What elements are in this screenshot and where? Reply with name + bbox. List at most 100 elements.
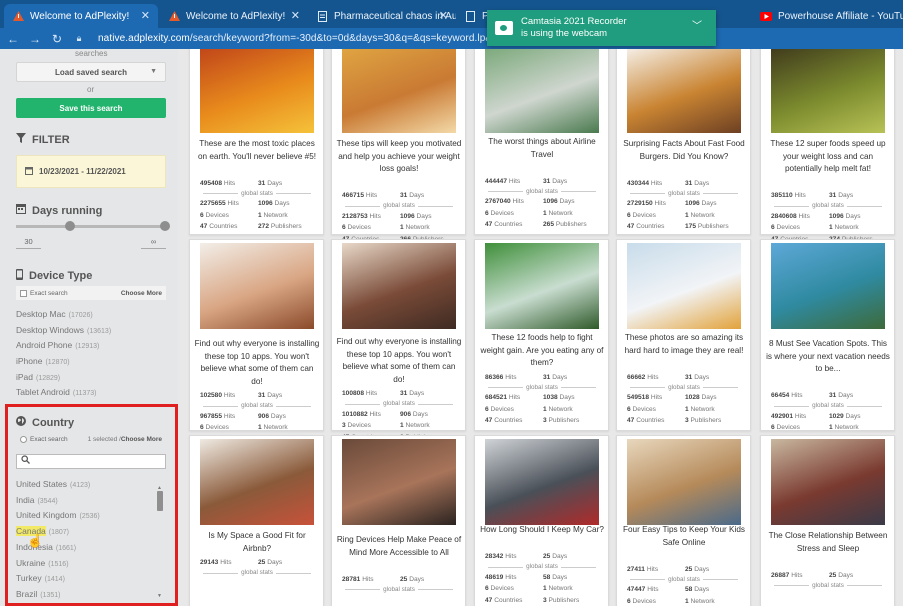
ad-card[interactable]: These 12 super foods speed up your weigh…	[760, 49, 895, 243]
country-title: Country	[32, 416, 75, 429]
woman-doorbell-image[interactable]	[342, 439, 456, 525]
device-item[interactable]: Tablet Android (11373)	[16, 387, 96, 397]
country-search-input[interactable]	[16, 454, 166, 469]
ad-title[interactable]: These photos are so amazing its hard har…	[621, 332, 747, 357]
slider-max-handle[interactable]	[160, 221, 170, 231]
ad-stats: 430344 Hits 31 Days global stats 2729150 Hi…	[627, 178, 741, 233]
browser-tab-bar: Welcome to AdPlexity! ✕ Welcome to AdPle…	[0, 0, 903, 28]
ad-card[interactable]: How Long Should I Keep My Car? 28342 Hits…	[474, 435, 609, 606]
ad-card[interactable]: These photos are so amazing its hard har…	[616, 239, 751, 431]
ad-title[interactable]: Is My Space a Good Fit for Airbnb?	[194, 530, 320, 555]
device-item[interactable]: Desktop Windows (13613)	[16, 325, 111, 335]
family-living-room-image[interactable]	[627, 439, 741, 525]
choose-more-link[interactable]: Choose More	[121, 436, 162, 443]
woman-car-image[interactable]	[485, 439, 599, 525]
chevron-down-icon[interactable]: ﹀	[692, 21, 702, 33]
device-item[interactable]: iPad (12829)	[16, 372, 60, 382]
ad-title[interactable]: These tips will keep you motivated and h…	[336, 138, 462, 176]
woman-smartphone-image[interactable]	[342, 243, 456, 329]
tab-pharmaceutical[interactable]: Pharmaceutical chaos in Australi ✕	[308, 4, 456, 28]
ad-card[interactable]: 8 Must See Vacation Spots. This is where…	[760, 239, 895, 443]
ad-title[interactable]: Four Easy Tips to Keep Your Kids Safe On…	[621, 524, 747, 549]
running-shoes-image[interactable]	[342, 49, 456, 133]
devices-value: 6	[485, 209, 489, 217]
country-item[interactable]: United Kingdom (2536)	[16, 510, 100, 520]
device-item[interactable]: iPhone (12870)	[16, 356, 70, 366]
close-tab-icon[interactable]: ✕	[291, 9, 300, 22]
hits-value: 100808	[342, 390, 365, 397]
close-tab-icon[interactable]: ✕	[141, 9, 150, 22]
tab-welcome-adplexity-2[interactable]: Welcome to AdPlexity! ✕	[160, 4, 308, 28]
country-item[interactable]: Brazil (1351)	[16, 589, 61, 599]
devices-label: Devices	[632, 597, 656, 605]
ad-card[interactable]: These 12 foods help to fight weight gain…	[474, 239, 609, 431]
ad-title[interactable]: The worst things about Airline Travel	[479, 136, 605, 161]
address-bar[interactable]: native.adplexity.com/search/keyword?from…	[98, 33, 549, 44]
device-item[interactable]: Desktop Mac (17026)	[16, 309, 93, 319]
tab-title: Welcome to AdPlexity!	[30, 10, 130, 22]
ad-title[interactable]: These 12 super foods speed up your weigh…	[765, 138, 891, 176]
woman-room-image[interactable]	[200, 439, 314, 525]
save-search-button[interactable]: Save this search	[16, 98, 166, 118]
ad-title[interactable]: These are the most toxic places on earth…	[194, 138, 320, 163]
scroll-down-icon[interactable]: ▼	[157, 593, 162, 599]
ad-card[interactable]: Find out why everyone is installing thes…	[189, 239, 324, 443]
slider-min-handle[interactable]	[65, 221, 75, 231]
ad-card[interactable]: These tips will keep you motivated and h…	[331, 49, 466, 243]
ad-title[interactable]: Ring Devices Help Make Peace of Mind Mor…	[336, 534, 462, 559]
days-min-input[interactable]: 30	[16, 237, 41, 249]
reload-icon[interactable]: ↻	[48, 32, 66, 46]
woman-phone-image[interactable]	[200, 243, 314, 329]
ad-title[interactable]: Find out why everyone is installing thes…	[336, 336, 462, 386]
date-range-picker[interactable]: 10/23/2021 - 11/22/2021	[16, 155, 166, 188]
country-item[interactable]: Indonesia (1661)	[16, 542, 76, 552]
ad-title[interactable]: Find out why everyone is installing thes…	[194, 338, 320, 388]
tab-title: Pharmaceutical chaos in Australi	[334, 10, 456, 22]
country-item[interactable]: India (3544)	[16, 495, 58, 505]
hits-value: 444447	[485, 177, 508, 185]
country-item[interactable]: United States (4123)	[16, 479, 90, 489]
airplane-cabin-image[interactable]	[485, 49, 599, 133]
woman-drinking-water-image[interactable]	[485, 243, 599, 329]
choose-more-link[interactable]: Choose More	[121, 290, 162, 297]
close-tab-icon[interactable]: ✕	[439, 9, 448, 22]
global-hits-value: 684521	[485, 394, 508, 401]
country-list-scrollbar[interactable]: ▲ ▼	[157, 485, 163, 599]
forward-arrow-icon[interactable]: →	[26, 32, 44, 46]
snow-scene-image[interactable]	[627, 243, 741, 329]
ad-card[interactable]: Find out why everyone is installing thes…	[331, 239, 466, 441]
days-max-input[interactable]: ∞	[141, 237, 166, 249]
people-laptop-image[interactable]	[771, 439, 885, 525]
country-item[interactable]: Ukraine (1516)	[16, 558, 69, 568]
ad-title[interactable]: The Close Relationship Between Stress an…	[765, 530, 891, 555]
toxic-landscape-image[interactable]	[200, 49, 314, 133]
ad-card[interactable]: Ring Devices Help Make Peace of Mind Mor…	[331, 435, 466, 606]
ad-card[interactable]: Is My Space a Good Fit for Airbnb? 29143 …	[189, 435, 324, 606]
device-item[interactable]: Android Phone (12913)	[16, 340, 99, 350]
network-label: Network	[405, 422, 430, 429]
scrollbar-thumb[interactable]	[157, 491, 163, 511]
exact-search-checkbox[interactable]	[20, 289, 27, 297]
ad-title[interactable]: How Long Should I Keep My Car?	[479, 524, 605, 537]
green-tea-powder-image[interactable]	[771, 49, 885, 133]
tab-ph[interactable]: Ph	[456, 4, 488, 28]
days-running-slider[interactable]	[16, 221, 170, 231]
webcam-notification[interactable]: Camtasia 2021 Recorder is using the webc…	[487, 10, 716, 46]
country-item[interactable]: Turkey (1414)	[16, 573, 65, 583]
ad-card[interactable]: Surprising Facts About Fast Food Burgers…	[616, 49, 751, 235]
ad-card[interactable]: Four Easy Tips to Keep Your Kids Safe On…	[616, 435, 751, 606]
load-saved-search-dropdown[interactable]: Load saved search ▼	[16, 62, 166, 82]
mountain-lake-image[interactable]	[771, 243, 885, 329]
tab-welcome-adplexity-1[interactable]: Welcome to AdPlexity! ✕	[4, 4, 158, 28]
exact-search-checkbox[interactable]	[20, 435, 27, 443]
ad-card[interactable]: These are the most toxic places on earth…	[189, 49, 324, 235]
ad-title[interactable]: Surprising Facts About Fast Food Burgers…	[621, 138, 747, 163]
ad-title[interactable]: These 12 foods help to fight weight gain…	[479, 332, 605, 370]
ad-card[interactable]: The Close Relationship Between Stress an…	[760, 435, 895, 606]
ad-title[interactable]: 8 Must See Vacation Spots. This is where…	[765, 338, 891, 376]
tab-youtube[interactable]: Powerhouse Affiliate - YouTube	[752, 4, 903, 28]
ad-card[interactable]: The worst things about Airline Travel 444…	[474, 49, 609, 235]
hits-label: Hits	[220, 559, 232, 566]
back-arrow-icon[interactable]: ←	[4, 32, 22, 46]
burger-image[interactable]	[627, 49, 741, 133]
